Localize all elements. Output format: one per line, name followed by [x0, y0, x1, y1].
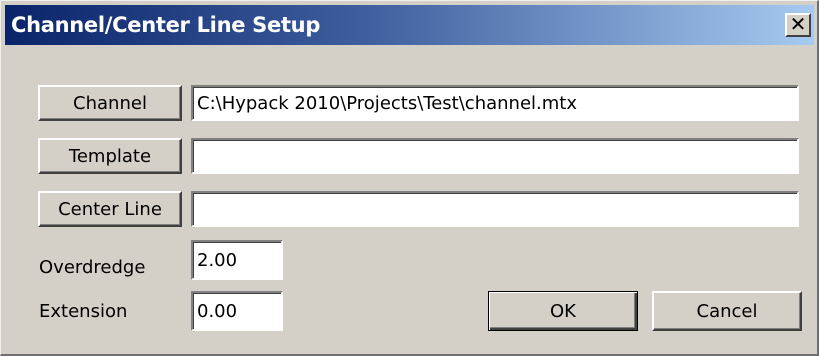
- center-line-button[interactable]: Center Line: [38, 191, 182, 227]
- title-bar[interactable]: Channel/Center Line Setup ✕: [5, 5, 814, 45]
- extension-label: Extension: [39, 301, 128, 322]
- extension-input[interactable]: [191, 291, 283, 331]
- template-button[interactable]: Template: [38, 138, 182, 174]
- ok-button[interactable]: OK: [488, 291, 638, 331]
- cancel-button[interactable]: Cancel: [652, 291, 802, 331]
- channel-path-input[interactable]: [191, 85, 799, 121]
- close-button[interactable]: ✕: [785, 13, 811, 37]
- channel-button[interactable]: Channel: [38, 85, 182, 121]
- overdredge-label: Overdredge: [39, 257, 146, 278]
- template-path-input[interactable]: [191, 138, 799, 174]
- dialog-title: Channel/Center Line Setup: [11, 13, 321, 37]
- dialog-window: Channel/Center Line Setup ✕ Channel Temp…: [0, 0, 819, 356]
- center-line-path-input[interactable]: [191, 191, 799, 227]
- overdredge-input[interactable]: [191, 240, 283, 280]
- close-icon: ✕: [789, 12, 807, 36]
